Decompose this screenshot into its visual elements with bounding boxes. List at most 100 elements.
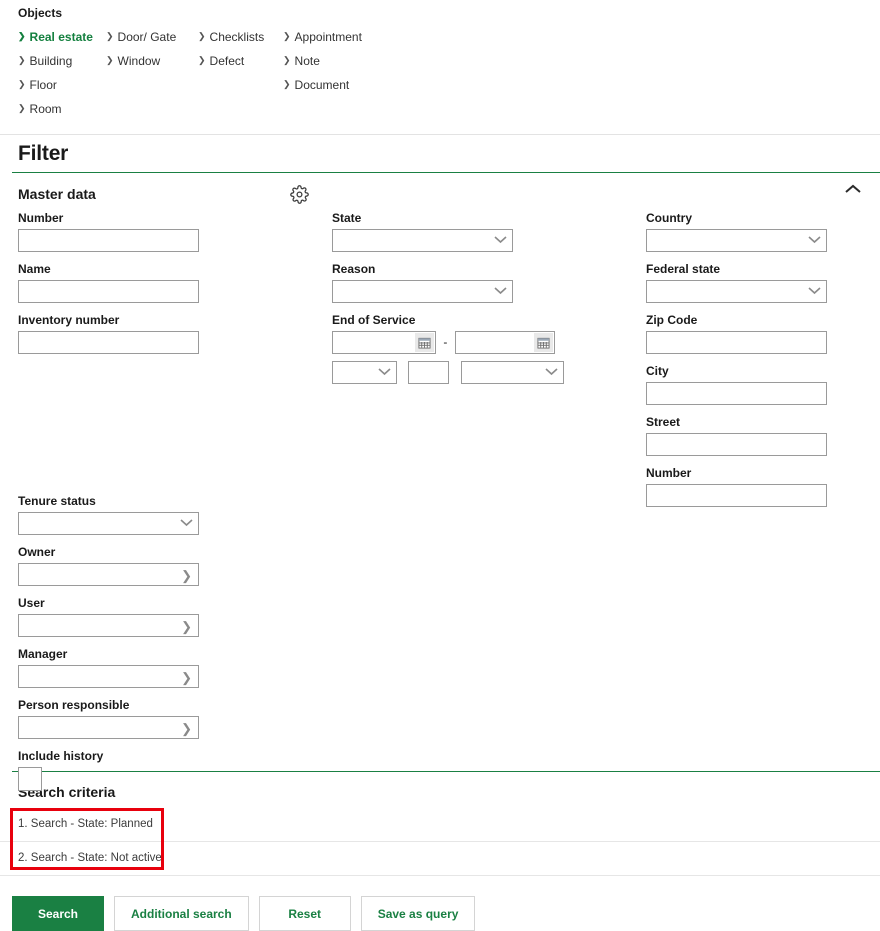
user-value [19,615,198,638]
master-data-header: Master data [18,173,880,211]
save-as-query-button[interactable]: Save as query [361,896,476,931]
calendar-icon[interactable] [534,333,553,352]
label-address-number: Number [646,466,846,480]
object-link-defect[interactable]: ❯ Defect [198,54,283,78]
gear-icon[interactable] [290,185,309,204]
chevron-right-icon: ❯ [18,78,26,91]
search-criteria-item[interactable]: 1. Search - State: Planned [0,808,880,842]
field-owner: Owner ❯ [18,545,218,586]
label-street: Street [646,415,846,429]
zip-code-input[interactable] [646,331,827,354]
chevron-right-icon[interactable]: ❯ [181,567,192,584]
object-link-floor[interactable]: ❯ Floor [18,78,106,102]
address-number-input[interactable] [646,484,827,507]
field-inventory-number: Inventory number [18,313,218,354]
search-criteria-list: 1. Search - State: Planned 2. Search - S… [0,808,880,876]
label-end-of-service: End of Service [332,313,572,327]
chevron-down-icon [808,235,821,244]
master-data-form: Number Name Inventory number Tenure stat… [18,211,880,771]
chevron-right-icon: ❯ [283,54,291,67]
field-number: Number [18,211,218,252]
include-history-checkbox[interactable] [18,767,42,791]
chevron-right-icon: ❯ [18,30,26,43]
state-value [333,230,512,253]
field-reason: Reason [332,262,572,303]
label-inventory-number: Inventory number [18,313,218,327]
end-of-service-from-input[interactable] [333,332,413,353]
chevron-up-icon[interactable] [844,183,862,195]
manager-lookup[interactable]: ❯ [18,665,199,688]
object-link-checklists[interactable]: ❯ Checklists [198,30,283,54]
user-lookup[interactable]: ❯ [18,614,199,637]
object-link-door-gate[interactable]: ❯ Door/ Gate [106,30,198,54]
object-link-window[interactable]: ❯ Window [106,54,198,78]
object-link-label: Door/ Gate [118,30,177,44]
search-criteria-item[interactable]: 2. Search - State: Not active [0,842,880,876]
search-button[interactable]: Search [12,896,104,931]
field-include-history: Include history [18,749,218,791]
field-address-number: Number [646,466,846,507]
owner-lookup[interactable]: ❯ [18,563,199,586]
end-of-service-unit-select[interactable] [461,361,564,384]
state-select[interactable] [332,229,513,252]
field-city: City [646,364,846,405]
country-select[interactable] [646,229,827,252]
street-input[interactable] [646,433,827,456]
chevron-right-icon: ❯ [283,78,291,91]
owner-value [19,564,198,587]
objects-link-grid: ❯ Real estate ❯ Building ❯ Floor ❯ Room … [18,30,880,126]
calendar-icon[interactable] [415,333,434,352]
form-column-middle: State Reason End of Servic [332,211,572,394]
objects-column-2: ❯ Door/ Gate ❯ Window [106,30,198,126]
object-link-building[interactable]: ❯ Building [18,54,106,78]
chevron-right-icon: ❯ [198,30,206,43]
reset-button[interactable]: Reset [259,896,351,931]
end-of-service-from-datefield[interactable] [332,331,436,354]
end-of-service-to-datefield[interactable] [455,331,555,354]
chevron-down-icon [545,367,558,376]
number-input[interactable] [18,229,199,252]
field-tenure-status: Tenure status [18,494,218,535]
tenure-status-select[interactable] [18,512,199,535]
country-value [647,230,826,253]
label-reason: Reason [332,262,572,276]
chevron-right-icon[interactable]: ❯ [181,720,192,737]
master-data-panel: Master data Number Name Inventory nu [0,173,880,771]
object-link-note[interactable]: ❯ Note [283,54,403,78]
label-tenure-status: Tenure status [18,494,218,508]
name-input[interactable] [18,280,199,303]
chevron-right-icon[interactable]: ❯ [181,669,192,686]
label-person-responsible: Person responsible [18,698,218,712]
object-link-document[interactable]: ❯ Document [283,78,403,102]
page-title: Filter [0,135,880,172]
inventory-number-input[interactable] [18,331,199,354]
end-of-service-operator-select[interactable] [332,361,397,384]
end-of-service-amount-input[interactable] [408,361,449,384]
person-responsible-lookup[interactable]: ❯ [18,716,199,739]
master-data-title: Master data [18,186,96,202]
federal-state-select[interactable] [646,280,827,303]
chevron-right-icon: ❯ [283,30,291,43]
label-owner: Owner [18,545,218,559]
reason-select[interactable] [332,280,513,303]
field-federal-state: Federal state [646,262,846,303]
objects-column-3: ❯ Checklists ❯ Defect [198,30,283,126]
additional-search-button[interactable]: Additional search [114,896,249,931]
object-link-label: Note [295,54,320,68]
end-of-service-to-input[interactable] [456,332,532,353]
chevron-down-icon [180,518,193,527]
chevron-down-icon [378,367,391,376]
object-link-label: Room [30,102,62,116]
label-city: City [646,364,846,378]
object-link-label: Defect [210,54,245,68]
object-link-appointment[interactable]: ❯ Appointment [283,30,403,54]
chevron-down-icon [808,286,821,295]
city-input[interactable] [646,382,827,405]
object-link-real-estate[interactable]: ❯ Real estate [18,30,106,54]
chevron-right-icon[interactable]: ❯ [181,618,192,635]
end-of-service-date-range: - [332,331,572,354]
label-federal-state: Federal state [646,262,846,276]
chevron-right-icon: ❯ [18,102,26,115]
reason-value [333,281,512,304]
object-link-room[interactable]: ❯ Room [18,102,106,126]
